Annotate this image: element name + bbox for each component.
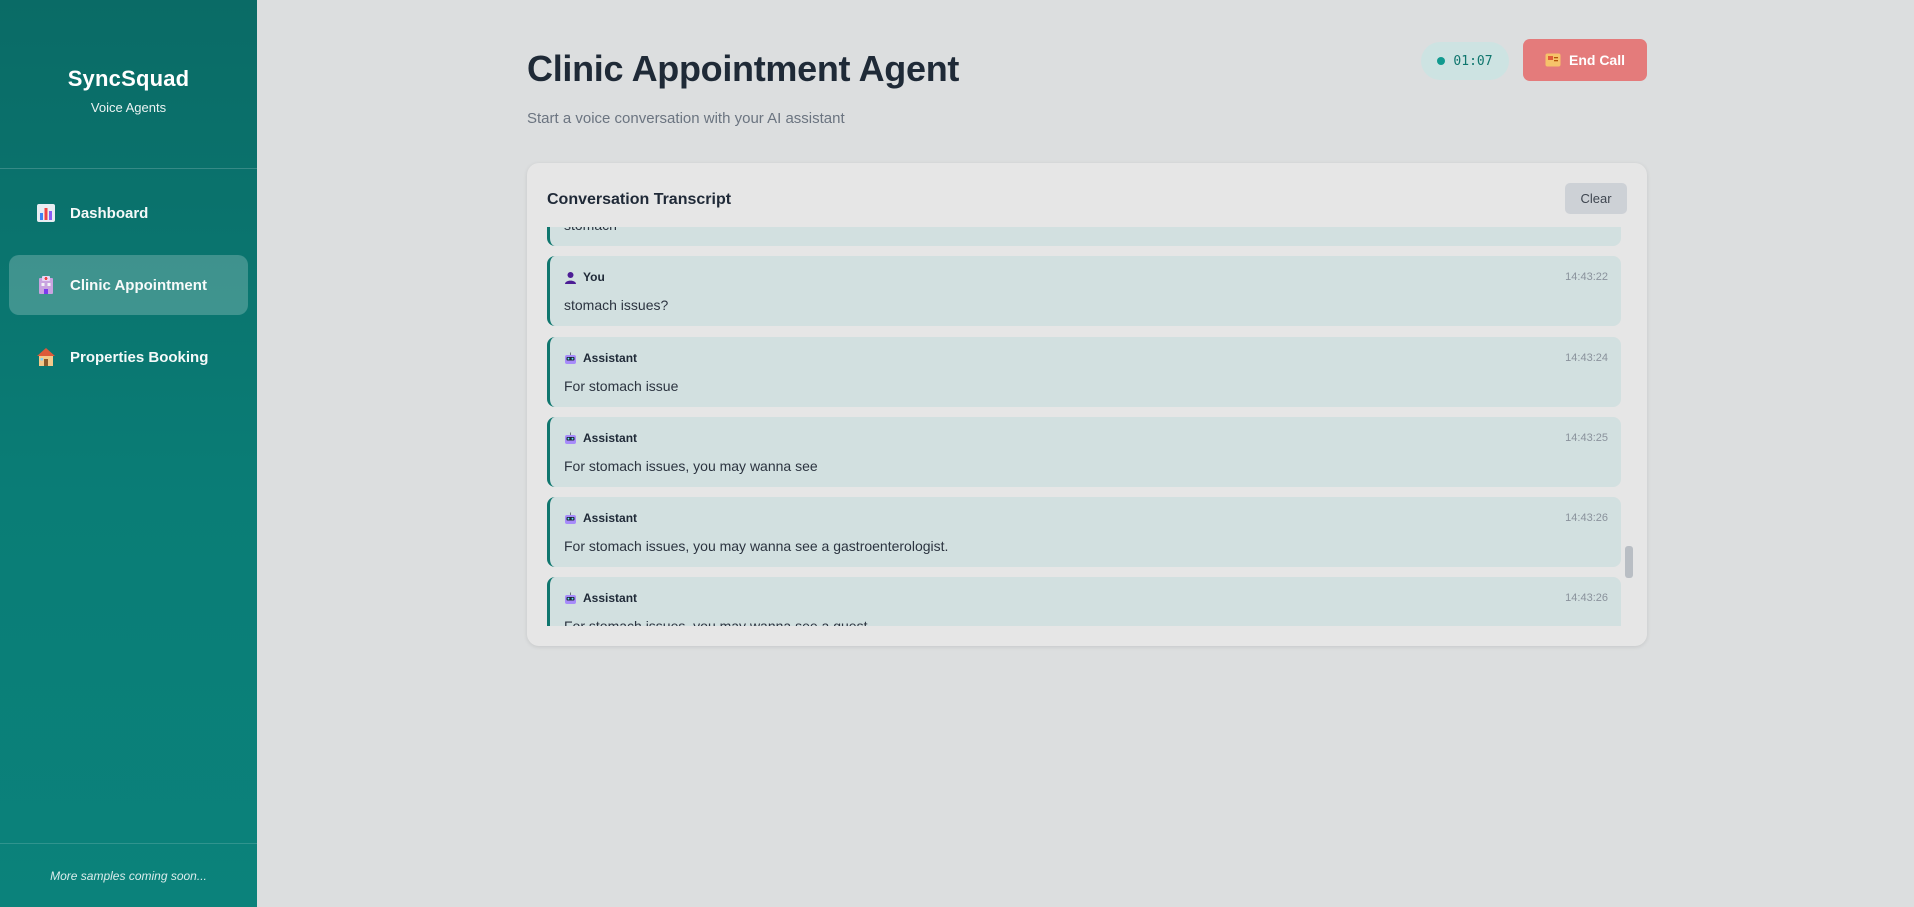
house-icon [36,347,56,367]
message-text: stomach issues? [564,297,669,313]
speaker-name: Assistant [583,351,638,365]
message-header: Assistant [564,511,637,525]
app-root: SyncSquad Voice Agents Dashboard Clinic … [0,0,1914,907]
page-subtitle: Start a voice conversation with your AI … [527,110,845,127]
sidebar-item-label: Dashboard [70,204,149,222]
speaker-name: Assistant [583,511,638,525]
message-header: You [564,270,605,284]
transcript-scrollbar[interactable] [1625,227,1633,626]
clear-button[interactable]: Clear [1565,183,1627,214]
message-time: 14:43:22 [1565,271,1608,283]
message-text: For stomach issue [564,378,679,394]
sidebar-item-label: Properties Booking [70,348,209,366]
brand-name: SyncSquad [67,65,190,91]
chart-icon [36,203,56,223]
list-item: stomach [547,227,1621,246]
phone-hangup-icon [1545,53,1561,67]
robot-icon [564,432,577,445]
message-time: 14:43:26 [1565,592,1608,604]
message-text: For stomach issues, you may wanna see a … [564,538,949,554]
call-timer: 01:07 [1421,42,1509,80]
user-icon [564,271,577,284]
message-time: 14:43:25 [1565,432,1608,444]
sidebar-item-clinic-appointment[interactable]: Clinic Appointment [9,255,248,315]
message-time: 14:43:26 [1565,512,1608,524]
speaker-name: You [583,270,605,284]
sidebar-item-label: Clinic Appointment [70,276,207,294]
robot-icon [564,352,577,365]
end-call-label: End Call [1568,52,1625,68]
message-text: For stomach issues, you may wanna see a … [564,618,868,626]
end-call-button[interactable]: End Call [1523,39,1647,81]
message-time: 14:43:24 [1565,352,1608,364]
transcript-title: Conversation Transcript [547,191,732,208]
message-text: For stomach issues, you may wanna see [564,458,818,474]
brand-subtitle: Voice Agents [90,99,167,115]
speaker-name: Assistant [583,431,638,445]
message-header: Assistant [564,351,637,365]
list-item: Assistant 14:43:24 For stomach issue [547,337,1621,407]
scrollbar-thumb[interactable] [1625,546,1633,578]
list-item: You 14:43:22 stomach issues? [547,256,1621,326]
sidebar-item-properties-booking[interactable]: Properties Booking [9,327,248,387]
main-content: Clinic Appointment Agent Start a voice c… [257,0,1914,907]
page-title: Clinic Appointment Agent [527,48,960,89]
live-dot-icon [1437,57,1446,65]
robot-icon [564,512,577,525]
message-header: Assistant [564,591,637,605]
sidebar-footer: More samples coming soon... [0,843,257,907]
transcript-list[interactable]: stomach You 14:43:22 stomach issues? [547,227,1621,626]
sidebar-nav: Dashboard Clinic Appointment Properties … [0,169,257,401]
brand: SyncSquad Voice Agents [0,0,257,169]
robot-icon [564,592,577,605]
list-item: Assistant 14:43:26 For stomach issues, y… [547,497,1621,567]
list-item: Assistant 14:43:25 For stomach issues, y… [547,417,1621,487]
timer-value: 01:07 [1453,53,1493,69]
sidebar-item-dashboard[interactable]: Dashboard [9,183,248,243]
sidebar: SyncSquad Voice Agents Dashboard Clinic … [0,0,257,907]
hospital-icon [36,275,56,295]
list-item: Assistant 14:43:26 For stomach issues, y… [547,577,1621,626]
message-header: Assistant [564,431,637,445]
message-text: stomach [564,227,617,233]
speaker-name: Assistant [583,591,638,605]
transcript-card: Conversation Transcript Clear stomach [527,163,1647,646]
